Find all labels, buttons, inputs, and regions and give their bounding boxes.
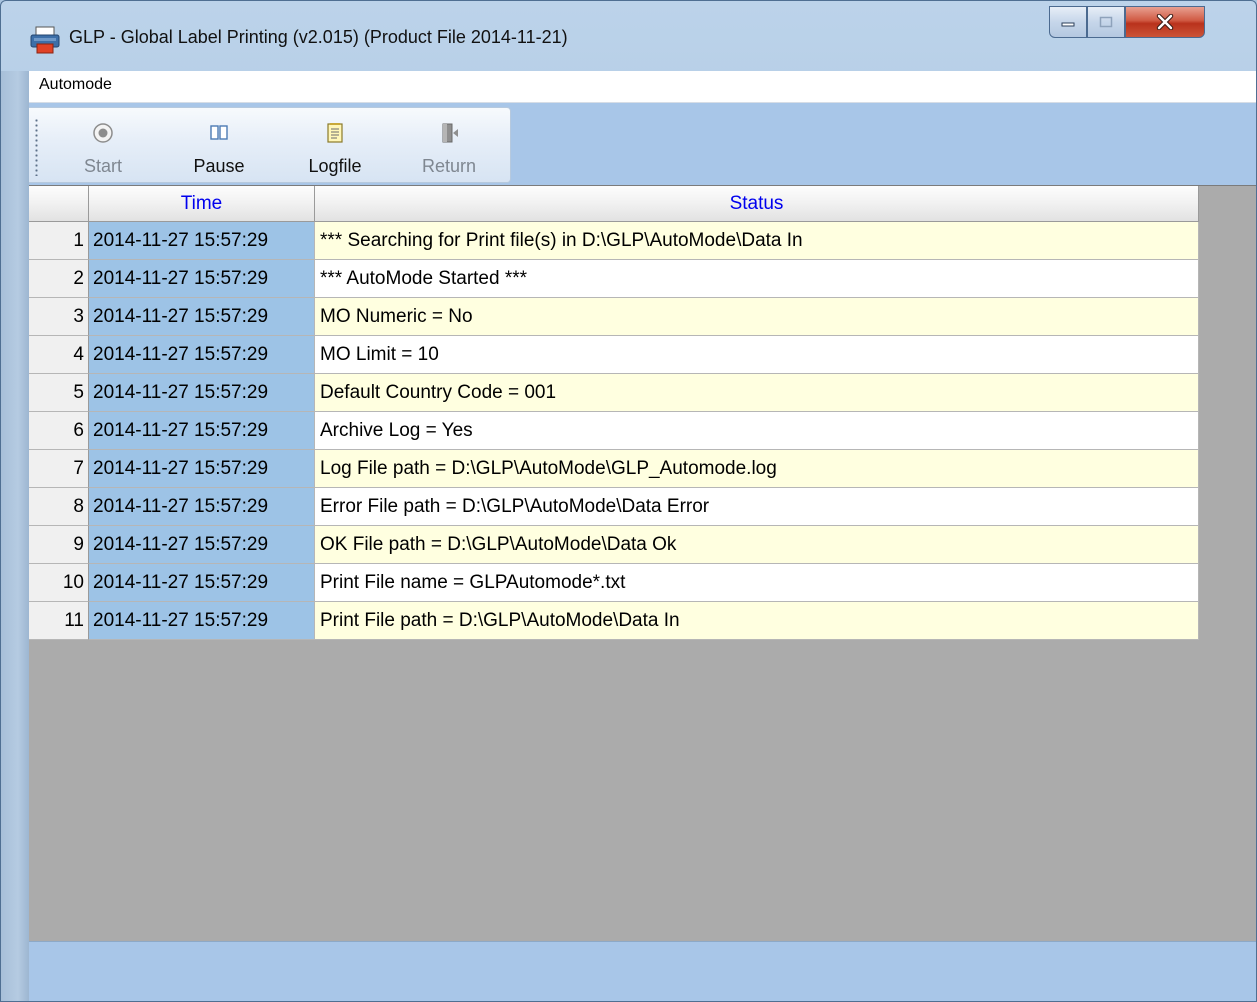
return-button-label: Return [421, 156, 477, 176]
logfile-button-label: Logfile [308, 156, 362, 176]
time-cell[interactable]: 2014-11-27 15:57:29 [89, 602, 315, 640]
status-cell[interactable]: MO Limit = 10 [315, 336, 1199, 374]
row-number-cell[interactable]: 1 [29, 222, 89, 260]
time-cell[interactable]: 2014-11-27 15:57:29 [89, 374, 315, 412]
time-cell[interactable]: 2014-11-27 15:57:29 [89, 260, 315, 298]
status-cell[interactable]: MO Numeric = No [315, 298, 1199, 336]
status-cell[interactable]: *** AutoMode Started *** [315, 260, 1199, 298]
table-row[interactable]: 6 2014-11-27 15:57:29 Archive Log = Yes [29, 412, 1199, 450]
start-button[interactable]: Start [67, 114, 139, 178]
status-cell[interactable]: Default Country Code = 001 [315, 374, 1199, 412]
table-row[interactable]: 3 2014-11-27 15:57:29 MO Numeric = No [29, 298, 1199, 336]
grid-header: Time Status [29, 186, 1199, 222]
row-number-cell[interactable]: 11 [29, 602, 89, 640]
table-row[interactable]: 11 2014-11-27 15:57:29 Print File path = D… [29, 602, 1199, 640]
time-cell[interactable]: 2014-11-27 15:57:29 [89, 222, 315, 260]
time-cell[interactable]: 2014-11-27 15:57:29 [89, 526, 315, 564]
maximize-button[interactable] [1087, 6, 1125, 38]
record-icon [93, 123, 113, 143]
row-number-cell[interactable]: 4 [29, 336, 89, 374]
status-cell[interactable]: Print File name = GLPAutomode*.txt [315, 564, 1199, 602]
table-row[interactable]: 2 2014-11-27 15:57:29 *** AutoMode Started… [29, 260, 1199, 298]
time-cell[interactable]: 2014-11-27 15:57:29 [89, 336, 315, 374]
table-row[interactable]: 7 2014-11-27 15:57:29 Log File path = D:\G… [29, 450, 1199, 488]
pause-button-label: Pause [193, 156, 245, 176]
start-button-label: Start [83, 156, 122, 176]
table-row[interactable]: 10 2014-11-27 15:57:29 Print File name = G… [29, 564, 1199, 602]
printer-app-icon [30, 26, 60, 54]
time-cell[interactable]: 2014-11-27 15:57:29 [89, 298, 315, 336]
logfile-button[interactable]: Logfile [299, 114, 371, 178]
row-number-cell[interactable]: 3 [29, 298, 89, 336]
minimize-icon [1061, 22, 1075, 27]
row-number-cell[interactable]: 7 [29, 450, 89, 488]
exit-door-icon [442, 123, 458, 143]
menu-bar: Automode [29, 71, 1256, 103]
column-header-time[interactable]: Time [89, 186, 315, 222]
toolstrip-grip[interactable] [35, 118, 38, 176]
row-number-cell[interactable]: 2 [29, 260, 89, 298]
row-number-cell[interactable]: 8 [29, 488, 89, 526]
pause-button[interactable]: Pause [183, 114, 255, 178]
log-grid[interactable]: Time Status 1 2014-11-27 15:57:29 *** Sear… [29, 185, 1256, 942]
return-button[interactable]: Return [413, 114, 485, 178]
time-cell[interactable]: 2014-11-27 15:57:29 [89, 488, 315, 526]
app-window: GLP - Global Label Printing (v2.015) (Pr… [0, 0, 1257, 1002]
status-cell[interactable]: Error File path = D:\GLP\AutoMode\Data E… [315, 488, 1199, 526]
row-number-cell[interactable]: 10 [29, 564, 89, 602]
row-number-cell[interactable]: 5 [29, 374, 89, 412]
status-cell[interactable]: Log File path = D:\GLP\AutoMode\GLP_Auto… [315, 450, 1199, 488]
logfile-icon [327, 123, 343, 143]
time-cell[interactable]: 2014-11-27 15:57:29 [89, 450, 315, 488]
close-button[interactable] [1125, 6, 1205, 38]
minimize-button[interactable] [1049, 6, 1087, 38]
table-row[interactable]: 4 2014-11-27 15:57:29 MO Limit = 10 [29, 336, 1199, 374]
table-row[interactable]: 1 2014-11-27 15:57:29 *** Searching for Pr… [29, 222, 1199, 260]
title-bar[interactable]: GLP - Global Label Printing (v2.015) (Pr… [1, 1, 1256, 71]
time-cell[interactable]: 2014-11-27 15:57:29 [89, 412, 315, 450]
close-icon [1156, 14, 1174, 30]
status-cell[interactable]: Print File path = D:\GLP\AutoMode\Data I… [315, 602, 1199, 640]
menu-item-automode[interactable]: Automode [37, 76, 114, 94]
row-number-cell[interactable]: 6 [29, 412, 89, 450]
time-cell[interactable]: 2014-11-27 15:57:29 [89, 564, 315, 602]
table-row[interactable]: 9 2014-11-27 15:57:29 OK File path = D:\GL… [29, 526, 1199, 564]
status-cell[interactable]: *** Searching for Print file(s) in D:\GL… [315, 222, 1199, 260]
toolstrip: Start Pause Logfile Return [29, 107, 511, 183]
maximize-icon [1099, 16, 1113, 28]
pause-icon [210, 125, 228, 140]
row-number-cell[interactable]: 9 [29, 526, 89, 564]
toolbar-area: Start Pause Logfile Return [29, 103, 1256, 185]
grid-corner-header[interactable] [29, 186, 89, 222]
table-row[interactable]: 8 2014-11-27 15:57:29 Error File path = D:… [29, 488, 1199, 526]
window-frame-left [1, 71, 29, 1001]
status-bar [29, 941, 1256, 1001]
status-cell[interactable]: OK File path = D:\GLP\AutoMode\Data Ok [315, 526, 1199, 564]
status-cell[interactable]: Archive Log = Yes [315, 412, 1199, 450]
column-header-status[interactable]: Status [315, 186, 1199, 222]
window-title: GLP - Global Label Printing (v2.015) (Pr… [69, 27, 568, 47]
table-row[interactable]: 5 2014-11-27 15:57:29 Default Country Code… [29, 374, 1199, 412]
